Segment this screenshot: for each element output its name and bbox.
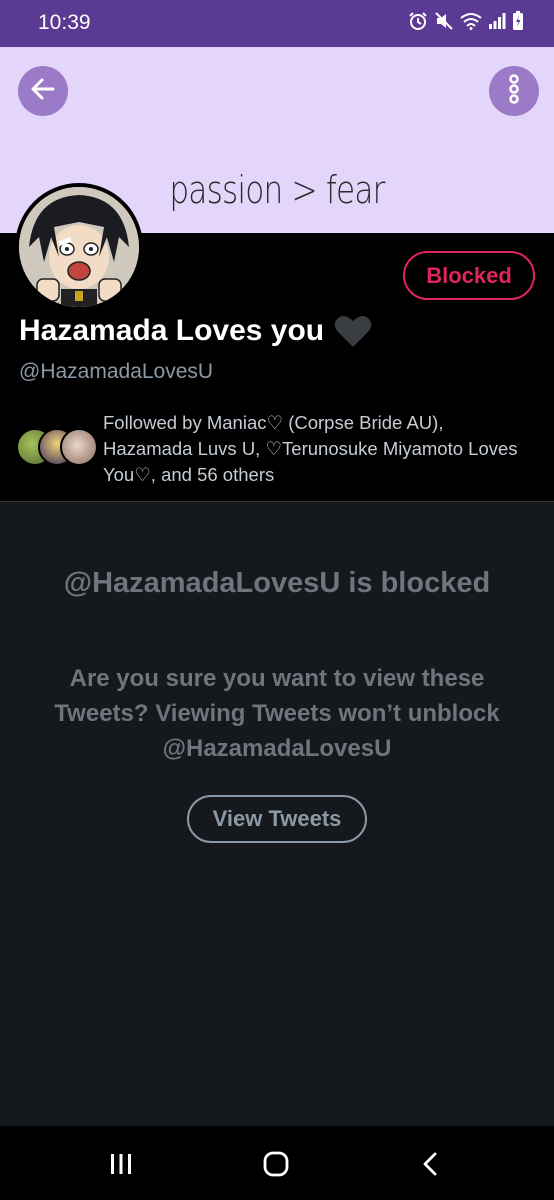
blocked-description: Are you sure you want to view these Twee… xyxy=(54,665,500,762)
black-heart-icon xyxy=(334,313,372,349)
mute-icon xyxy=(434,11,454,36)
section-divider xyxy=(0,501,554,502)
alarm-icon xyxy=(408,11,428,36)
view-tweets-button[interactable]: View Tweets xyxy=(187,795,367,843)
avatar-image xyxy=(19,187,139,307)
wifi-icon xyxy=(460,12,482,35)
display-name: Hazamada Loves you xyxy=(19,313,372,349)
followed-by-text: Followed by Maniac♡ (Corpse Bride AU), H… xyxy=(103,412,518,485)
arrow-left-icon xyxy=(29,75,57,108)
status-time: 10:39 xyxy=(38,11,91,34)
battery-icon xyxy=(512,10,524,36)
back-button[interactable] xyxy=(18,66,68,116)
more-options-button[interactable] xyxy=(489,66,539,116)
home-icon[interactable] xyxy=(262,1150,290,1178)
follower-avatar xyxy=(60,428,98,466)
signal-icon xyxy=(488,12,506,35)
blocked-title: @HazamadaLovesU is blocked xyxy=(63,567,491,599)
status-icons xyxy=(408,10,524,36)
system-nav-bar xyxy=(0,1126,554,1200)
followers-you-know[interactable]: Followed by Maniac♡ (Corpse Bride AU), H… xyxy=(16,410,546,490)
display-name-text: Hazamada Loves you xyxy=(19,314,325,347)
back-icon[interactable] xyxy=(420,1150,440,1178)
recent-apps-icon[interactable] xyxy=(108,1150,134,1178)
follower-facepile xyxy=(16,428,98,468)
avatar[interactable] xyxy=(15,183,143,311)
more-vertical-icon xyxy=(507,73,521,109)
blocked-button[interactable]: Blocked xyxy=(403,251,535,300)
status-bar: 10:39 xyxy=(0,0,554,47)
profile-handle: @HazamadaLovesU xyxy=(19,360,214,383)
